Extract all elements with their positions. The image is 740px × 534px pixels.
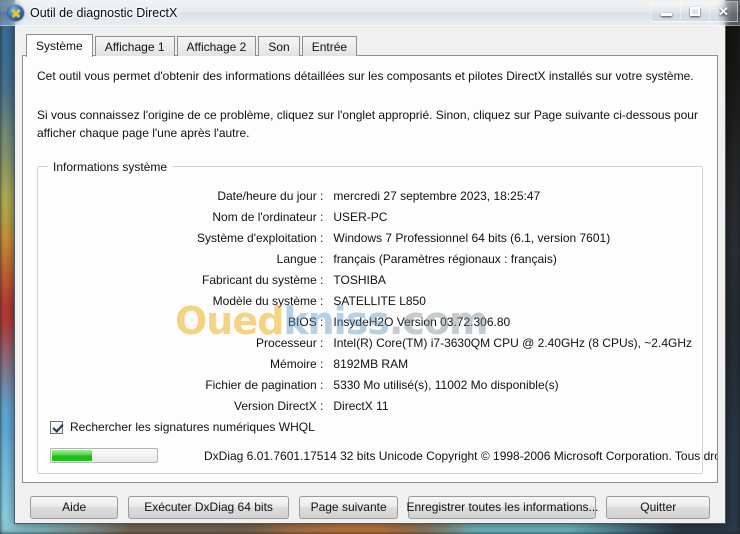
progress-bar	[50, 448, 158, 464]
button-bar: Aide Exécuter DxDiag 64 bits Page suivan…	[22, 483, 718, 523]
row-label: Fichier de pagination :	[205, 377, 324, 392]
system-information-groupbox: Informations système Date/heure du jour …	[37, 160, 717, 475]
quit-button[interactable]: Quitter	[606, 495, 710, 519]
window-controls: ✕	[651, 1, 738, 22]
button-label: Aide	[62, 500, 87, 515]
intro-paragraph-1: Cet outil vous permet d'obtenir des info…	[37, 69, 694, 83]
row-label: Modèle du système :	[212, 293, 324, 308]
row-label: Nom de l'ordinateur :	[212, 209, 324, 224]
row-value: USER-PC	[333, 209, 388, 224]
whql-checkbox[interactable]	[50, 420, 63, 434]
save-all-info-button[interactable]: Enregistrer toutes les informations...	[406, 495, 599, 519]
table-row: Mémoire : 8192MB RAM	[48, 353, 692, 374]
next-page-button[interactable]: Page suivante	[298, 495, 399, 519]
copyright-text: DxDiag 6.01.7601.17514 32 bits Unicode C…	[204, 448, 717, 463]
row-label: Langue :	[276, 251, 324, 266]
button-label: Enregistrer toutes les informations...	[406, 500, 599, 515]
row-label: Mémoire :	[270, 356, 324, 371]
row-value: français (Paramètres régionaux : françai…	[333, 251, 557, 266]
maximize-icon	[690, 7, 700, 16]
tab-affichage-1[interactable]: Affichage 1	[94, 36, 175, 56]
tab-label: Son	[268, 39, 290, 54]
minimize-button[interactable]	[651, 1, 680, 22]
tab-entree[interactable]: Entrée	[301, 36, 358, 56]
intro-paragraph-2: Si vous connaissez l'origine de ce probl…	[37, 108, 698, 140]
run-dxdiag64-button[interactable]: Exécuter DxDiag 64 bits	[128, 495, 289, 519]
table-row: Processeur : Intel(R) Core(TM) i7-3630QM…	[48, 332, 692, 353]
row-label: Version DirectX :	[234, 398, 324, 413]
row-label: Fabricant du système :	[202, 272, 324, 287]
table-row: Nom de l'ordinateur : USER-PC	[48, 206, 692, 227]
row-value: Windows 7 Professionnel 64 bits (6.1, ve…	[333, 230, 611, 245]
directx-icon	[8, 4, 24, 21]
table-row: Modèle du système : SATELLITE L850	[48, 290, 692, 311]
row-value: 8192MB RAM	[333, 356, 409, 371]
tab-page-systeme: Cet outil vous permet d'obtenir des info…	[22, 55, 718, 484]
whql-checkbox-row[interactable]: Rechercher les signatures numériques WHQ…	[48, 420, 692, 434]
window-client-area: Système Affichage 1 Affichage 2 Son Entr…	[15, 26, 725, 529]
status-row: DxDiag 6.01.7601.17514 32 bits Unicode C…	[48, 448, 717, 464]
tab-label: Affichage 2	[186, 39, 247, 54]
groupbox-legend: Informations système	[48, 160, 173, 175]
row-value: Intel(R) Core(TM) i7-3630QM CPU @ 2.40GH…	[333, 335, 692, 350]
tab-label: Affichage 1	[104, 39, 165, 54]
tab-son[interactable]: Son	[258, 36, 300, 56]
row-value: DirectX 11	[333, 398, 389, 413]
row-label: Processeur :	[256, 335, 324, 350]
row-label: Système d'exploitation :	[197, 230, 324, 245]
tab-affichage-2[interactable]: Affichage 2	[176, 36, 257, 56]
tab-strip: Système Affichage 1 Affichage 2 Son Entr…	[22, 34, 718, 57]
table-row: Langue : français (Paramètres régionaux …	[48, 248, 692, 269]
window-title-bar[interactable]: Outil de diagnostic DirectX ✕	[0, 0, 740, 26]
help-button[interactable]: Aide	[30, 495, 119, 519]
table-row: Version DirectX : DirectX 11	[48, 395, 692, 416]
minimize-icon	[660, 13, 672, 16]
tab-label: Système	[36, 39, 83, 53]
table-row: Fabricant du système : TOSHIBA	[48, 269, 692, 290]
row-value: InsydeH2O Version 03.72.306.80	[333, 314, 511, 329]
row-label: BIOS :	[288, 314, 324, 329]
row-value: 5330 Mo utilisé(s), 11002 Mo disponible(…	[333, 377, 559, 392]
window-title: Outil de diagnostic DirectX	[30, 5, 178, 20]
table-row: Système d'exploitation : Windows 7 Profe…	[48, 227, 692, 248]
button-label: Page suivante	[310, 500, 387, 515]
button-label: Exécuter DxDiag 64 bits	[144, 500, 273, 515]
row-value: TOSHIBA	[333, 272, 386, 287]
progress-bar-fill	[52, 450, 92, 462]
row-label: Date/heure du jour :	[217, 188, 324, 203]
table-row: Fichier de pagination : 5330 Mo utilisé(…	[48, 374, 692, 395]
tab-systeme[interactable]: Système	[26, 34, 93, 57]
system-information-table: Date/heure du jour : mercredi 27 septemb…	[48, 185, 692, 416]
whql-checkbox-label: Rechercher les signatures numériques WHQ…	[70, 420, 315, 435]
close-icon: ✕	[718, 4, 729, 19]
row-value: SATELLITE L850	[333, 293, 426, 308]
button-label: Quitter	[640, 500, 677, 515]
dxdiag-window: Système Affichage 1 Affichage 2 Son Entr…	[14, 0, 726, 524]
row-value: mercredi 27 septembre 2023, 18:25:47	[333, 188, 541, 203]
close-button[interactable]: ✕	[709, 1, 738, 22]
maximize-button[interactable]	[680, 1, 709, 22]
table-row: BIOS : InsydeH2O Version 03.72.306.80	[48, 311, 692, 332]
table-row: Date/heure du jour : mercredi 27 septemb…	[48, 185, 692, 206]
tab-label: Entrée	[311, 39, 348, 54]
